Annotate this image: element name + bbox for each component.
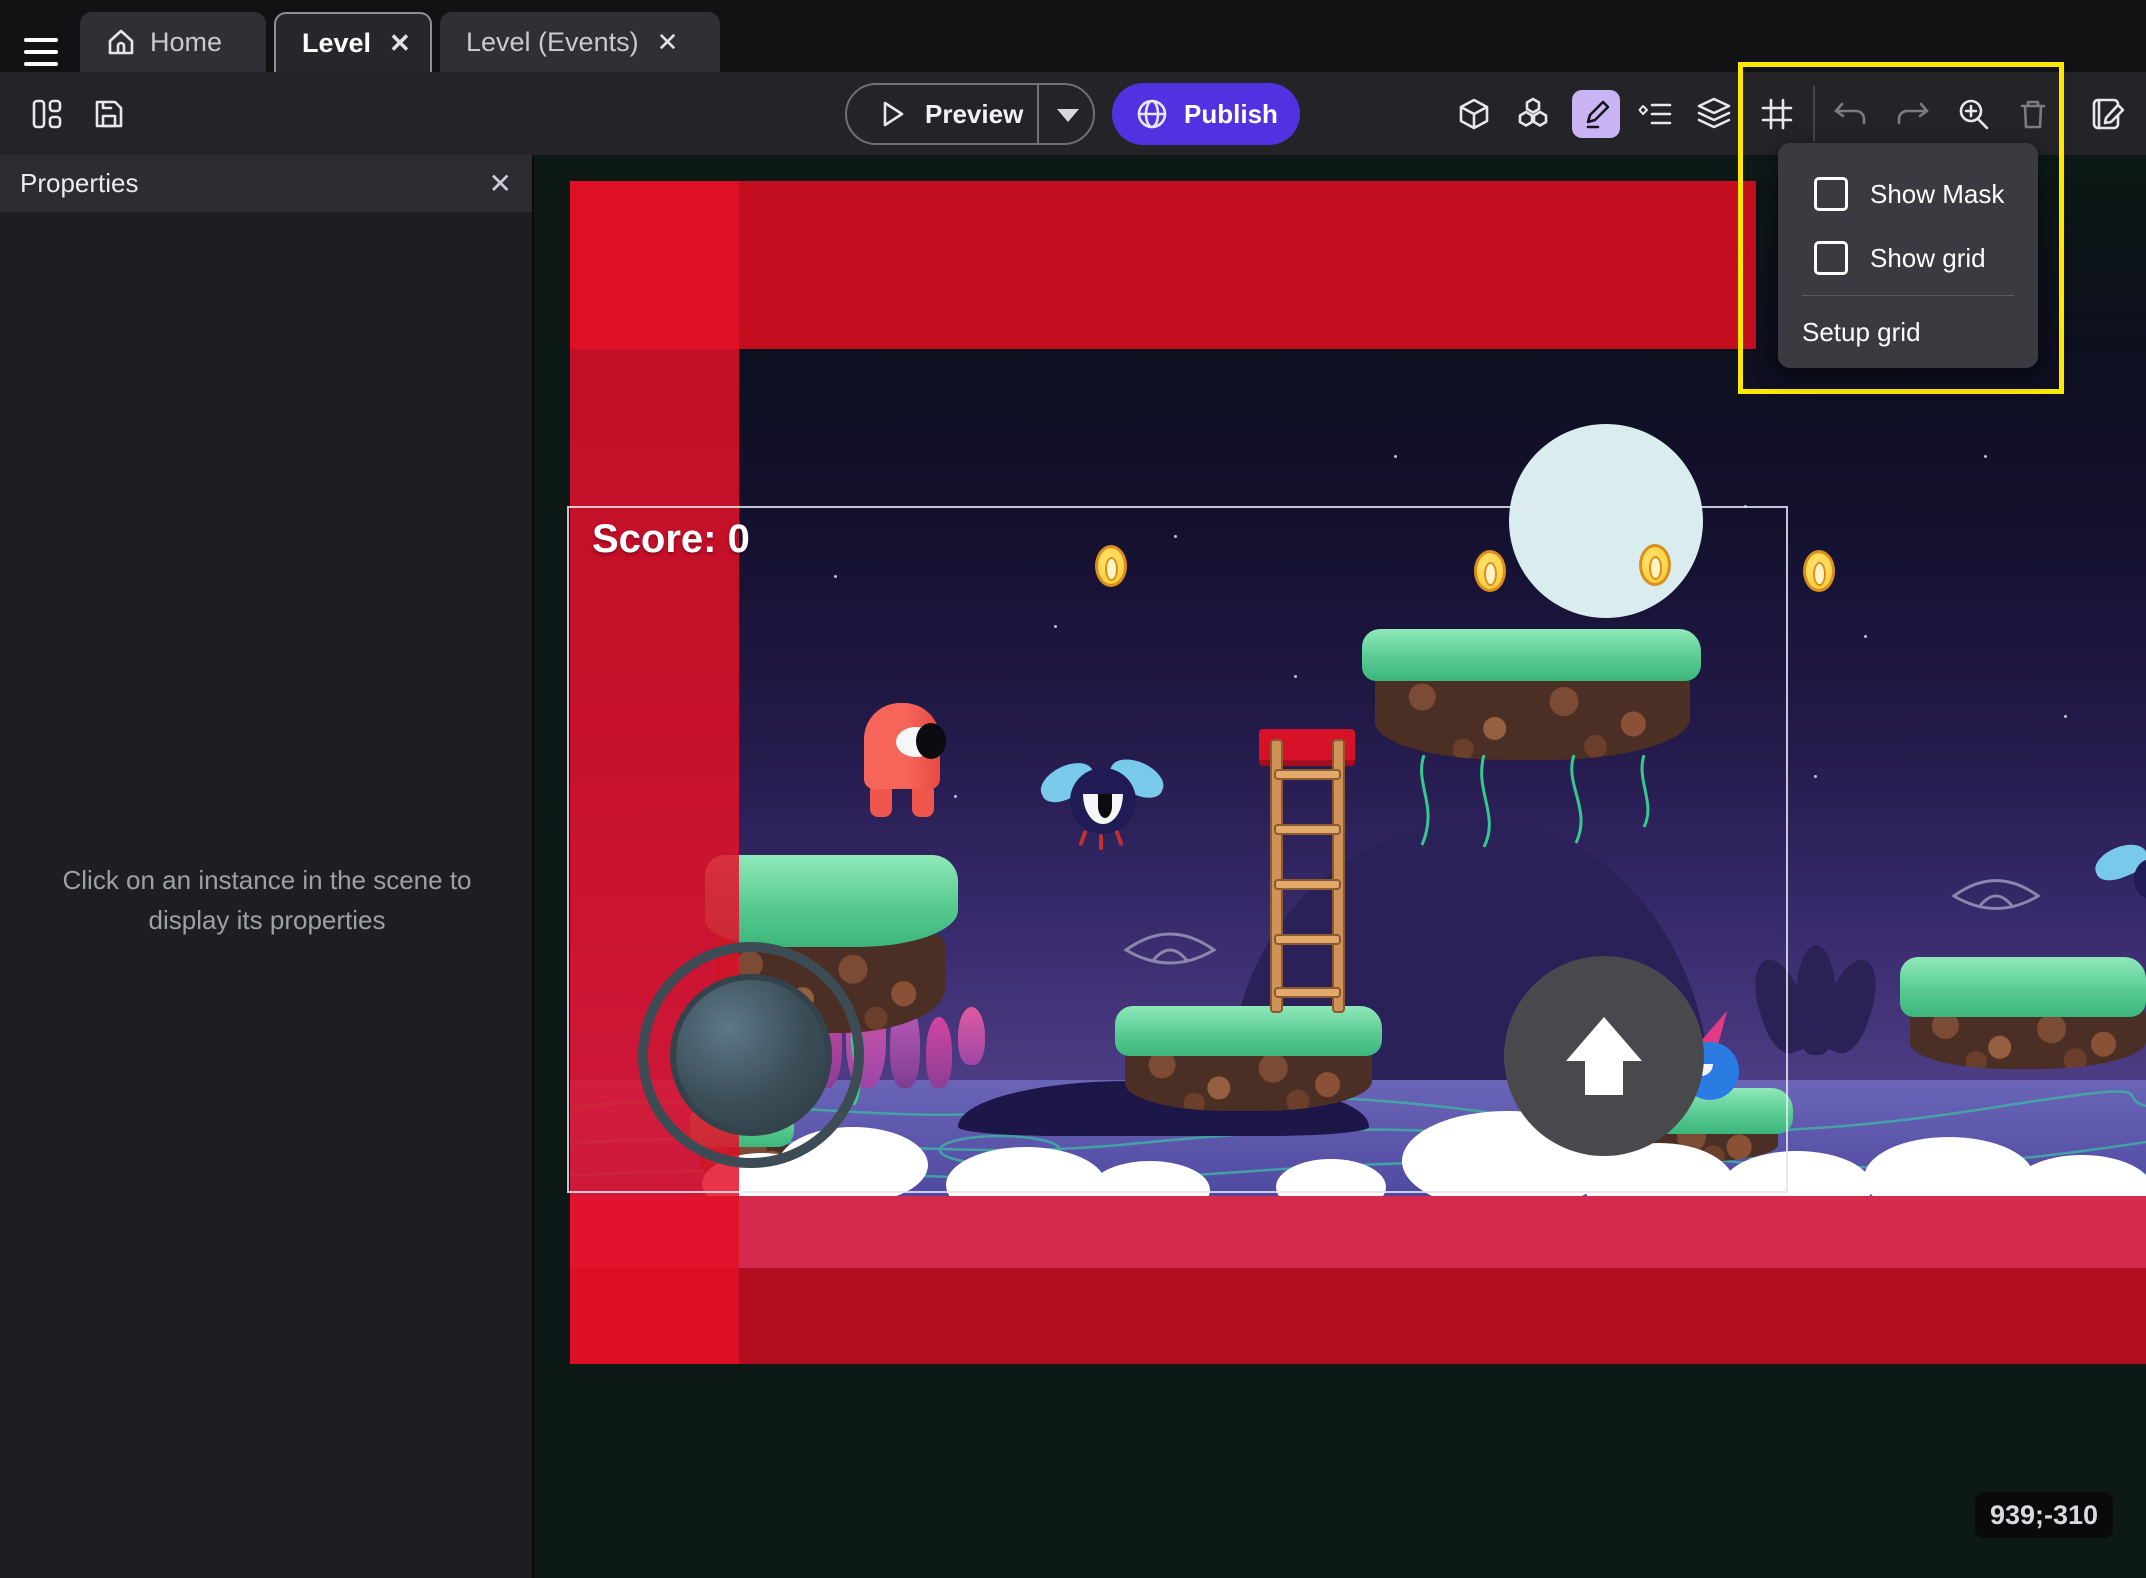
preview-label: Preview [925, 99, 1023, 130]
publish-button[interactable]: Publish [1112, 83, 1300, 145]
eye-swirl-decoration [1950, 869, 2042, 921]
jump-button-instance[interactable] [1504, 956, 1704, 1156]
menu-item-show-mask[interactable]: Show Mask [1778, 165, 2038, 223]
properties-list-icon[interactable] [1637, 96, 1673, 132]
save-icon[interactable] [91, 96, 127, 132]
button-divider [1037, 85, 1039, 143]
hamburger-bar [24, 62, 58, 66]
close-icon[interactable]: ✕ [653, 25, 683, 60]
joystick-knob-instance[interactable] [670, 974, 832, 1136]
properties-header: Properties ✕ [0, 155, 532, 212]
tab-label: Level (Events) [466, 27, 639, 58]
layout-panels-icon[interactable] [29, 96, 65, 132]
menu-item-label: Show Mask [1870, 179, 2004, 210]
layers-icon[interactable] [1696, 96, 1732, 132]
app-root: { "tabs": { "home": { "label": "Home" },… [0, 0, 2146, 1578]
hamburger-menu-icon[interactable] [24, 30, 58, 74]
chevron-down-icon[interactable] [1057, 109, 1079, 122]
play-icon [875, 97, 909, 131]
home-icon [106, 27, 136, 57]
star [1984, 455, 1987, 458]
close-icon[interactable]: ✕ [385, 26, 415, 61]
tab-level[interactable]: Level ✕ [274, 12, 432, 72]
cursor-coordinates-badge: 939;-310 [1975, 1492, 2113, 1538]
preview-button[interactable]: Preview [845, 83, 1095, 145]
star [1394, 455, 1397, 458]
tab-label: Home [150, 27, 222, 58]
tab-home[interactable]: Home [80, 12, 266, 72]
globe-icon [1134, 96, 1170, 132]
checkbox-unchecked[interactable] [1814, 241, 1848, 275]
red-mask-band-top [570, 181, 1756, 349]
objects-cube-icon[interactable] [1456, 96, 1492, 132]
menu-item-setup-grid[interactable]: Setup grid [1802, 307, 2014, 357]
score-text-instance[interactable]: Score: 0 [592, 517, 750, 562]
red-ground-band [570, 1196, 2146, 1268]
tab-level-events[interactable]: Level (Events) ✕ [440, 12, 720, 72]
properties-empty-message: Click on an instance in the scene to dis… [27, 860, 507, 940]
hamburger-bar [24, 38, 58, 42]
tab-label: Level [302, 28, 371, 59]
pencil-icon [1580, 98, 1612, 130]
cursor-coordinates: 939;-310 [1990, 1500, 2098, 1531]
red-ground-band-dark [570, 1268, 2146, 1364]
menu-item-label: Setup grid [1802, 317, 1921, 348]
star [2064, 715, 2067, 718]
events-sheet-icon[interactable] [2090, 96, 2126, 132]
fly-enemy-instance[interactable] [2094, 843, 2146, 899]
properties-panel: Properties ✕ Click on an instance in the… [0, 155, 534, 1578]
close-icon[interactable]: ✕ [489, 167, 512, 200]
hamburger-bar [24, 50, 58, 54]
menu-item-label: Show grid [1870, 243, 1986, 274]
instances-cubes-icon[interactable] [1515, 96, 1551, 132]
menu-item-show-grid[interactable]: Show grid [1778, 229, 2038, 287]
publish-label: Publish [1184, 99, 1278, 130]
up-arrow-icon [1566, 1017, 1642, 1061]
menu-divider [1802, 295, 2014, 296]
star [1814, 775, 1817, 778]
edit-tool-selected[interactable] [1572, 90, 1620, 138]
coin-instance[interactable] [1803, 550, 1835, 592]
checkbox-unchecked[interactable] [1814, 177, 1848, 211]
grid-options-menu: Show Mask Show grid Setup grid [1778, 143, 2038, 368]
panel-title: Properties [20, 168, 139, 199]
star [1864, 635, 1867, 638]
island-grass[interactable] [1900, 957, 2146, 1017]
up-arrow-icon [1585, 1061, 1623, 1095]
